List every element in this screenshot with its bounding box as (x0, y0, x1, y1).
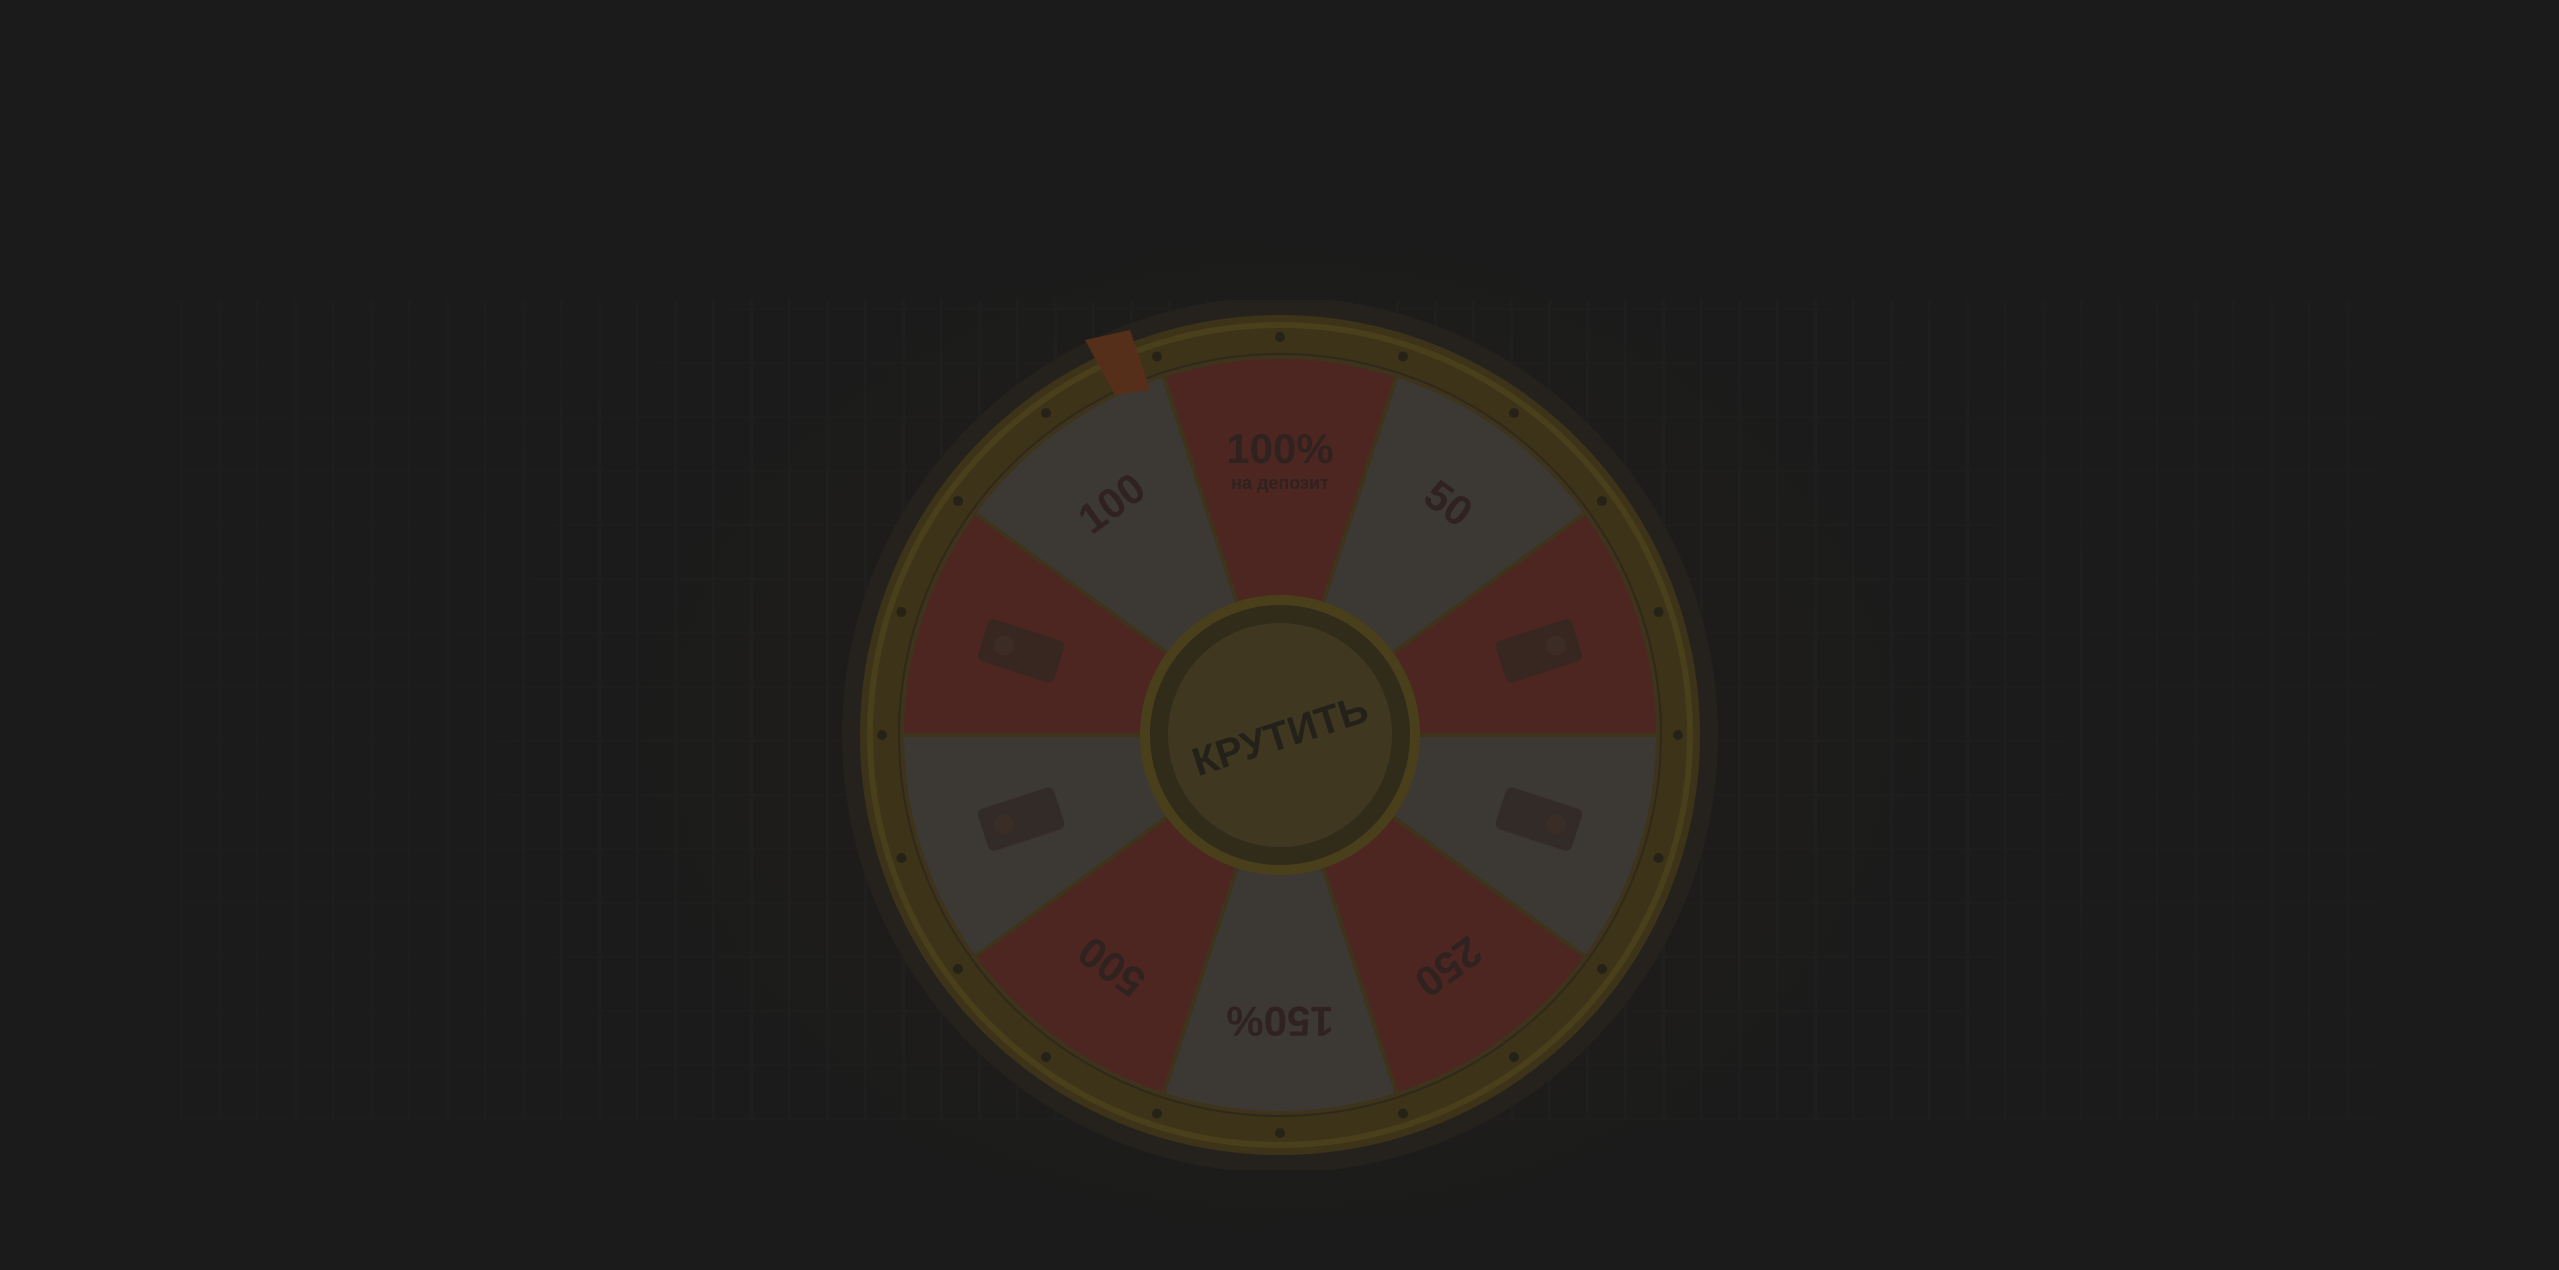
rim-stud (1397, 1108, 1408, 1119)
rim-stud (1397, 351, 1408, 362)
rim-stud (1653, 852, 1664, 863)
rim-stud (1152, 1108, 1163, 1119)
fortune-wheel[interactable]: 100%на депозит 50250150%500100 КРУТИТЬ (830, 300, 1730, 1170)
rim-stud (1041, 408, 1052, 419)
sector-content-pct150: 150% (1226, 998, 1333, 1045)
rim-stud (1275, 332, 1285, 342)
rim-stud (1508, 1051, 1519, 1062)
rim-stud (1596, 496, 1607, 507)
rim-stud (1041, 1051, 1052, 1062)
rim-stud (1673, 730, 1683, 740)
rim-stud (1653, 607, 1664, 618)
rim-stud (896, 852, 907, 863)
rim-stud (896, 607, 907, 618)
rim-stud (953, 496, 964, 507)
sector-value-pct100: 100% (1226, 425, 1333, 472)
rim-stud (1508, 408, 1519, 419)
sector-value-pct150: 150% (1226, 998, 1333, 1045)
spin-button[interactable]: КРУТИТЬ (1140, 595, 1420, 875)
rim-stud (1275, 1128, 1285, 1138)
rim-stud (953, 963, 964, 974)
sector-content-pct100: 100%на депозит (1226, 425, 1333, 493)
rim-stud (877, 730, 887, 740)
sector-caption-pct100: на депозит (1231, 473, 1329, 493)
rim-stud (1152, 351, 1163, 362)
rim-stud (1596, 963, 1607, 974)
